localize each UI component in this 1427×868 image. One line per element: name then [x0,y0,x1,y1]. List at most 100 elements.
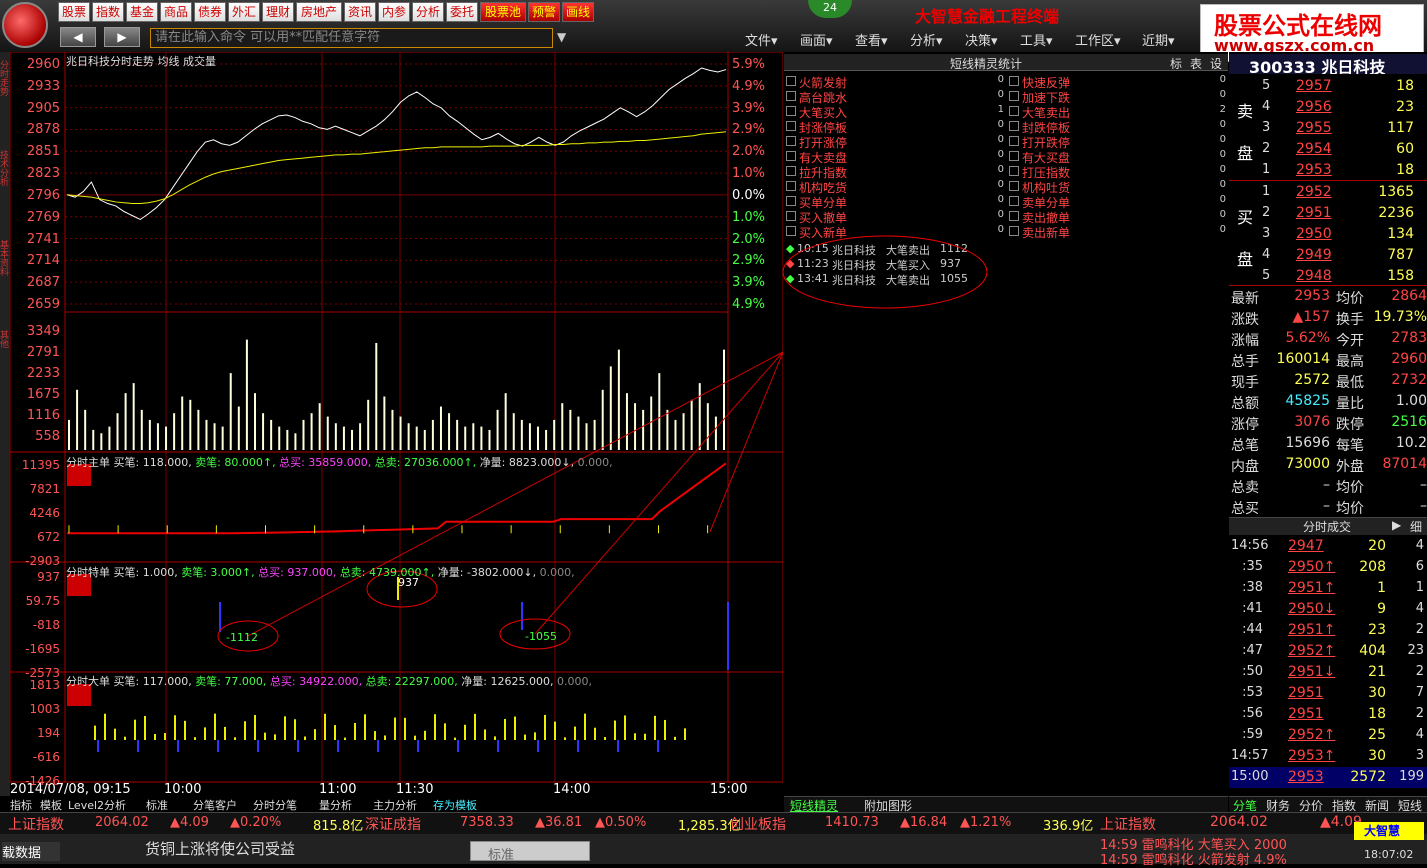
signal-count: 0 [997,164,1004,175]
top-menu-item[interactable]: 画线 [562,2,594,22]
menubar-item[interactable]: 分析▾ [910,30,943,49]
signal-checkbox[interactable] [1009,226,1019,236]
signal-checkbox[interactable] [786,166,796,176]
bid-volume: 2236 [1378,205,1414,221]
signal-count: 0 [1219,179,1226,190]
ticks-detail-button[interactable]: 细 [1410,518,1422,535]
signal-checkbox[interactable] [1009,91,1019,101]
signal-checkbox[interactable] [786,211,796,221]
price-tick: 2905 [26,100,60,116]
chart-bottom-tab[interactable]: 指标 [10,797,32,813]
sprite-tabbar [784,796,1228,812]
pct-tick: 5.9% [732,57,766,72]
short-sprite-panel [784,52,1228,796]
index-name[interactable]: 创业板指 [730,814,786,834]
menubar-item[interactable]: 画面▾ [800,30,833,49]
top-menu-item[interactable]: 内参 [378,2,410,22]
menubar-item[interactable]: 决策▾ [965,30,998,49]
chart-bottom-tab[interactable]: 存为模板 [433,797,477,813]
signal-checkbox[interactable] [1009,136,1019,146]
signal-checkbox[interactable] [786,181,796,191]
top-menu-item[interactable]: 商品 [160,2,192,22]
sprite-title: 短线精灵统计 [950,57,1023,71]
pct-tick: 2.9% [732,122,766,138]
stat-value: 10.2 [1395,435,1427,451]
signal-count: 0 [1219,89,1226,100]
signal-checkbox[interactable] [1009,181,1019,191]
top-menu-item[interactable]: 基金 [126,2,158,22]
news-ticker[interactable]: 货铜上涨将使公司受益 [145,838,295,859]
ask-level: 4 [1262,99,1271,114]
footer-left-label: 载数据 [2,842,60,861]
signal-checkbox[interactable] [1009,211,1019,221]
back-button[interactable]: ◀ [60,27,96,47]
ticker-index-name: 上证指数 [1100,817,1156,833]
ask-volume: 117 [1387,120,1414,136]
stat-value: 87014 [1382,456,1427,472]
ask-price: 2954 [1296,141,1332,157]
top-menu-item[interactable]: 预警 [528,2,560,22]
forward-button[interactable]: ▶ [104,27,140,47]
top-menu-item[interactable]: 股票池 [480,2,526,22]
play-icon[interactable]: ▶ [1392,518,1401,532]
tick-price: 2952↑ [1288,727,1336,743]
menubar-item[interactable]: 文件▾ [745,30,778,49]
signal-checkbox[interactable] [786,196,796,206]
top-menu-item[interactable]: 股票 [58,2,90,22]
signal-checkbox[interactable] [786,106,796,116]
signal-checkbox[interactable] [1009,106,1019,116]
signal-checkbox[interactable] [1009,166,1019,176]
top-menu-item[interactable]: 指数 [92,2,124,22]
chart-bottom-tab[interactable]: 分笔客户 [193,797,237,813]
top-menu-item[interactable]: 债券 [194,2,226,22]
top-menu-item[interactable]: 理财 [262,2,294,22]
menubar-item[interactable]: 工具▾ [1020,30,1053,49]
time-tick: 11:00 [319,782,357,797]
chart-bottom-tab[interactable]: 主力分析 [373,797,417,813]
chart-bottom-tab[interactable]: Level2分析 [68,797,126,813]
event-highlight-oval [782,235,988,309]
top-menu-item[interactable]: 资讯 [344,2,376,22]
signal-checkbox[interactable] [1009,196,1019,206]
index-name[interactable]: 深证成指 [365,814,421,834]
signal-checkbox[interactable] [786,76,796,86]
index-name[interactable]: 上证指数 [8,814,64,834]
pane-tick: -1695 [25,642,60,656]
sprite-tab[interactable]: 标 [1170,55,1182,72]
chevron-down-icon[interactable]: ▼ [557,30,566,44]
chart-bottom-tab[interactable]: 量分析 [319,797,352,813]
bid-volume: 1365 [1378,184,1414,200]
ask-price: 2956 [1296,99,1332,115]
top-menu-item[interactable]: 委托 [446,2,478,22]
command-input[interactable]: 请在此输入命令 可以用**匹配任意字符 [150,28,553,48]
sprite-tab[interactable]: 设 [1210,55,1222,72]
tick-volume: 30 [1368,748,1386,764]
bid-volume: 134 [1387,226,1414,242]
top-menu-item[interactable]: 房地产 [296,2,342,22]
menubar-item[interactable]: 近期▾ [1142,30,1175,49]
pct-tick: 2.0% [732,231,766,247]
signal-checkbox[interactable] [786,91,796,101]
signal-checkbox[interactable] [1009,76,1019,86]
signal-checkbox[interactable] [786,136,796,146]
stat-value: 5.62% [1285,330,1330,346]
tick-price: 2950↓ [1288,601,1336,617]
signal-checkbox[interactable] [1009,151,1019,161]
menubar-item[interactable]: 工作区▾ [1075,30,1121,49]
tick-time: 14:57 [1231,748,1269,763]
sprite-tab[interactable]: 表 [1190,55,1202,72]
signal-checkbox[interactable] [786,151,796,161]
chart-bottom-tab[interactable]: 模板 [40,797,62,813]
index-change: ▲4.09 [170,815,209,830]
chart-bottom-tab[interactable]: 分时分笔 [253,797,297,813]
signal-checkbox[interactable] [1009,121,1019,131]
tick-price: 2951 [1288,685,1324,701]
app-logo[interactable] [2,2,48,48]
top-menu-item[interactable]: 分析 [412,2,444,22]
top-menu-item[interactable]: 外汇 [228,2,260,22]
menubar-item[interactable]: 查看▾ [855,30,888,49]
tick-price: 2951↑ [1288,580,1336,596]
chart-bottom-tab[interactable]: 标准 [146,797,168,813]
stat-value: 2960 [1391,351,1427,367]
signal-checkbox[interactable] [786,121,796,131]
